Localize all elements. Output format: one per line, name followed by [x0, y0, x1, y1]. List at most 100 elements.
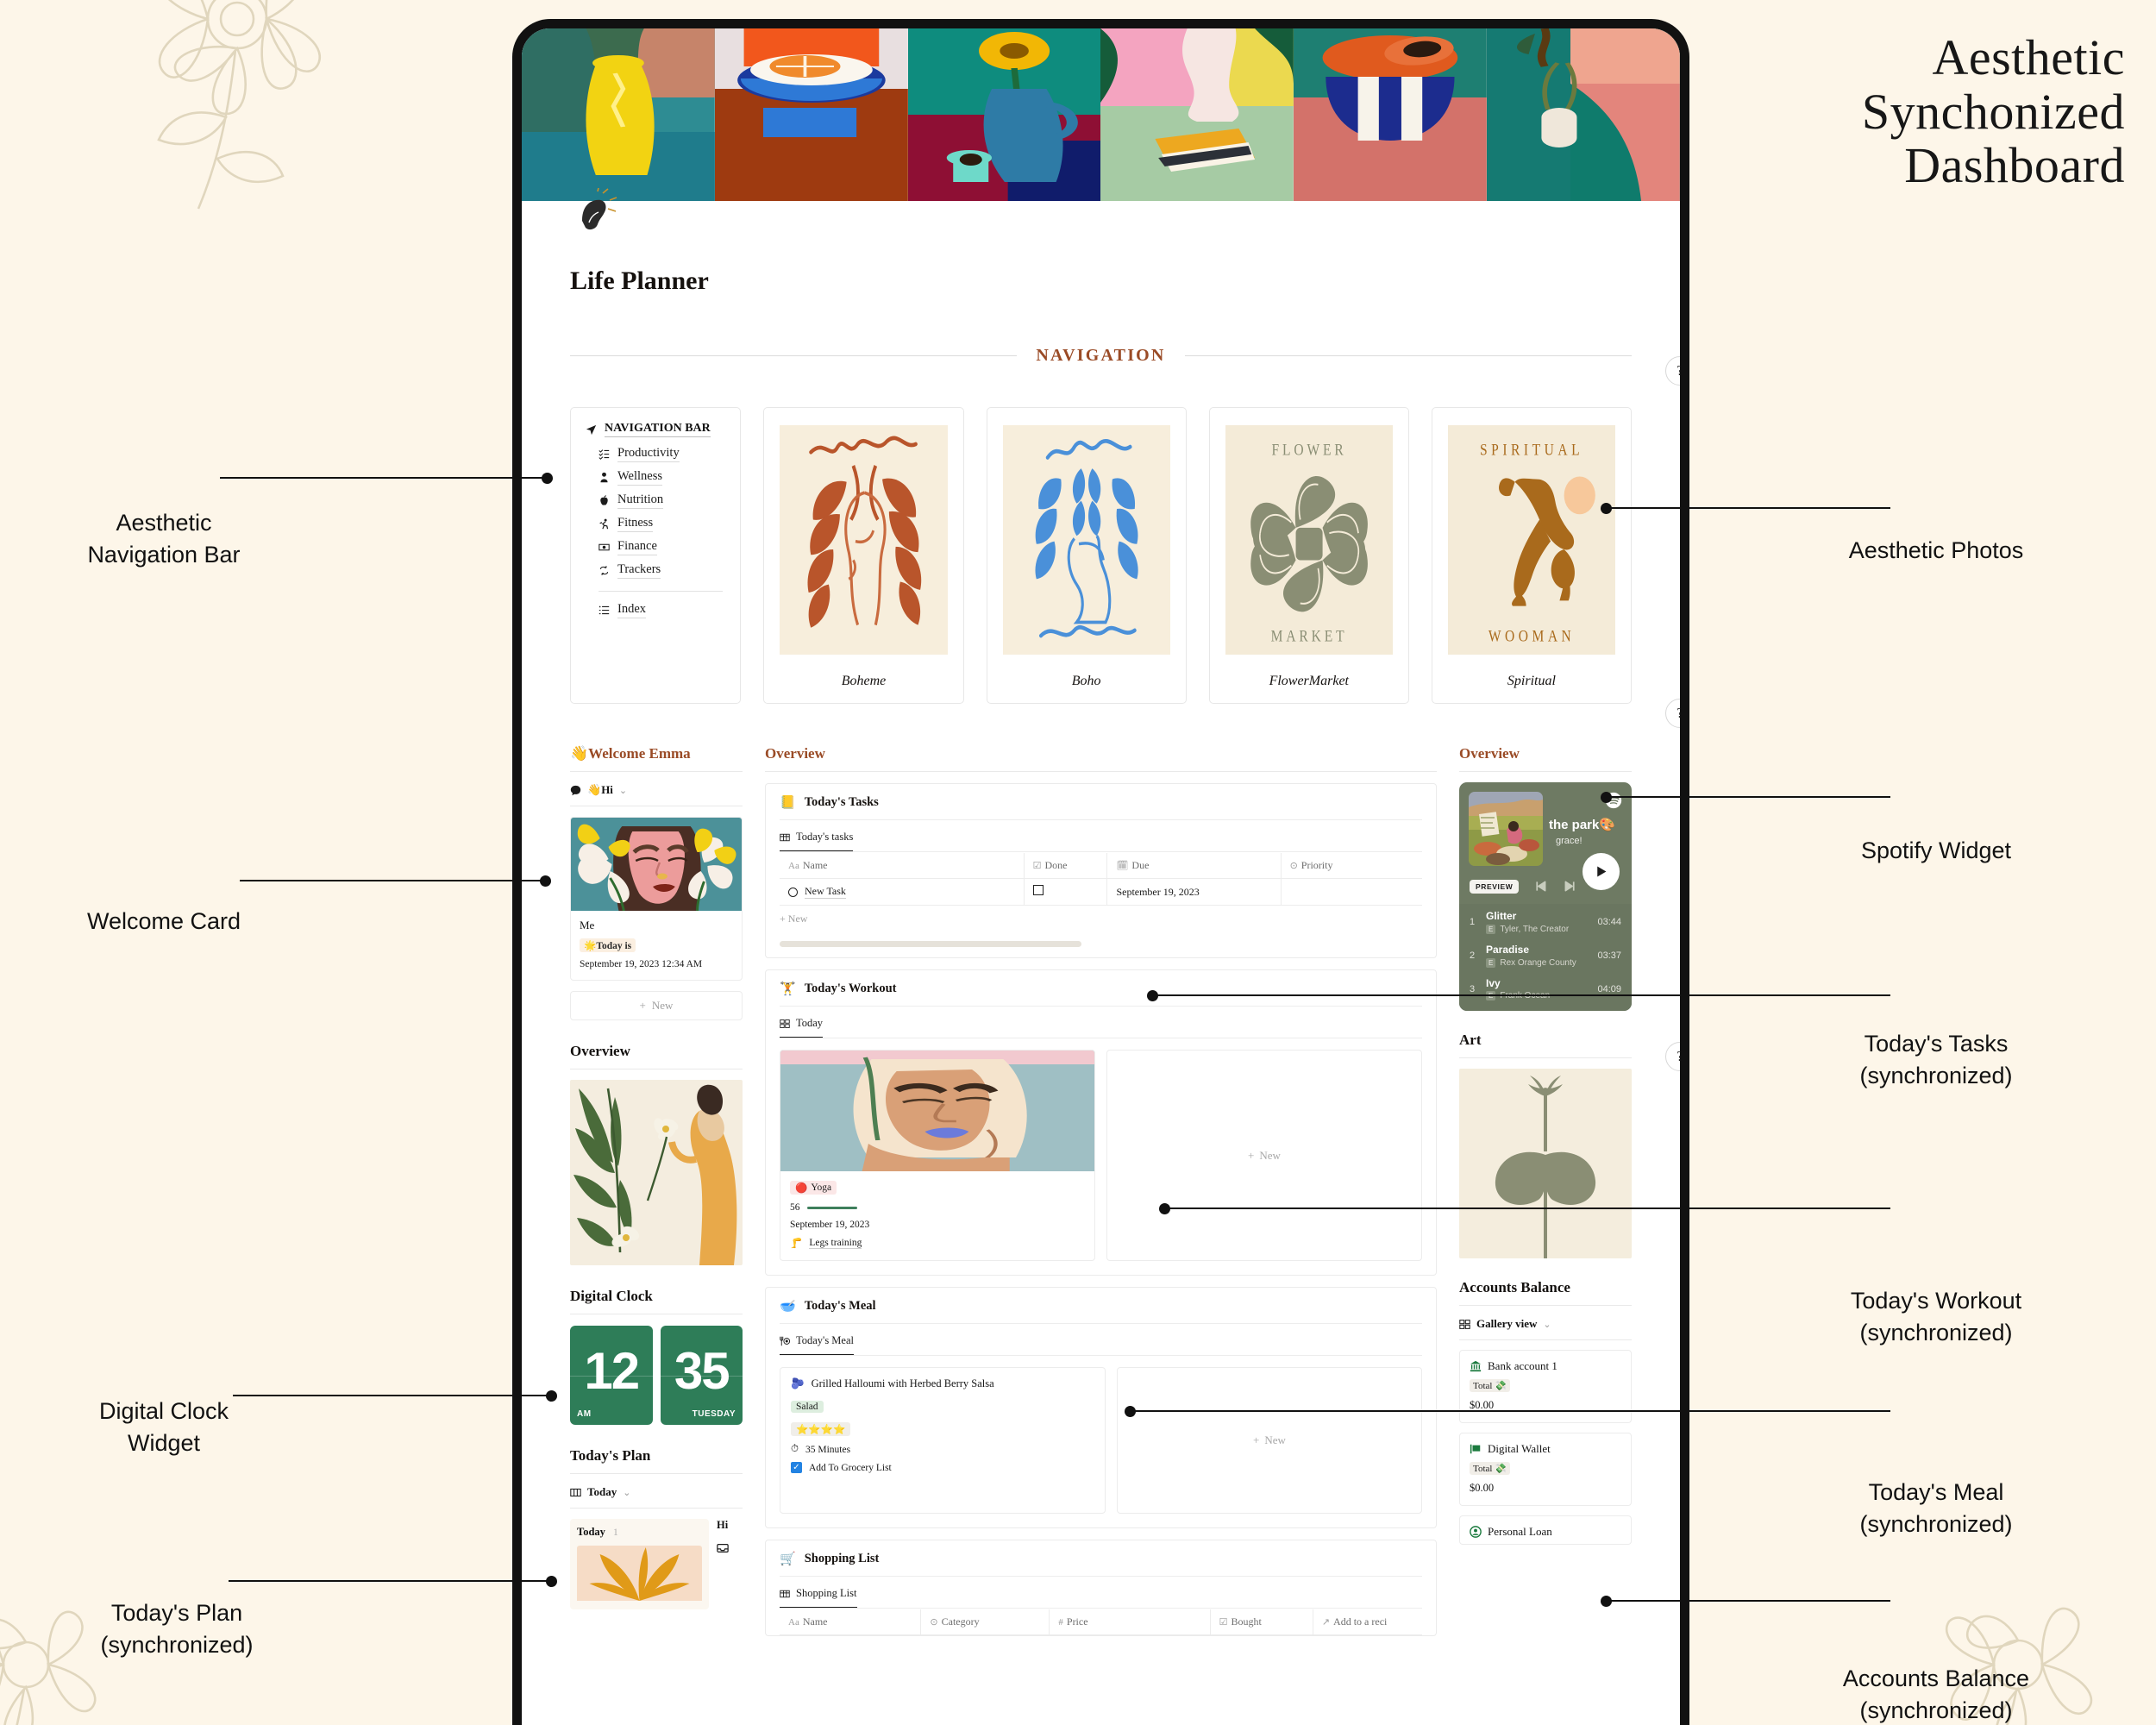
- photo-card-spiritual[interactable]: SPIRITUAL WOOMAN Spiritual: [1431, 407, 1632, 704]
- leader-dot: [1601, 791, 1612, 803]
- track-meta: Ivy E Frank Ocean: [1486, 977, 1589, 1001]
- welcome-title: 👋Welcome Emma: [570, 745, 743, 762]
- checkbox-type-icon: ☑: [1032, 861, 1042, 871]
- accounts-view-selector[interactable]: Gallery view ⌄: [1459, 1317, 1632, 1331]
- task-priority-cell[interactable]: [1280, 878, 1422, 906]
- meal-grocery-row[interactable]: ✓ Add To Grocery List: [791, 1462, 1094, 1473]
- workout-card[interactable]: 🔴 Yoga 56 September 19, 2023 🦵 Legs trai…: [780, 1050, 1095, 1261]
- navigation-bar-title: NAVIGATION BAR: [605, 422, 711, 437]
- workout-count: 56: [790, 1202, 800, 1213]
- next-track-icon[interactable]: [1563, 879, 1577, 894]
- annotation-line-1: Today's Plan: [110, 1600, 243, 1626]
- account-card-loan[interactable]: Personal Loan: [1459, 1515, 1632, 1546]
- mid-overview-rule: [765, 771, 1437, 772]
- meal-card[interactable]: 🫐 Grilled Halloumi with Herbed Berry Sal…: [780, 1367, 1106, 1514]
- workout-sub-row: 🦵 Legs training: [790, 1237, 1085, 1249]
- poster-text-bottom: MARKET: [1270, 627, 1347, 645]
- leader-line-navigation-bar: [220, 472, 553, 484]
- index-list-icon: [599, 605, 610, 615]
- account-card-wallet[interactable]: Digital Wallet Total 💸 $0.00: [1459, 1433, 1632, 1507]
- today-is-text: Today is: [596, 941, 632, 951]
- tab-label: Today: [796, 1017, 824, 1029]
- nav-item-nutrition[interactable]: Nutrition: [585, 489, 726, 512]
- shopping-col-category[interactable]: ⊙ Category: [920, 1609, 1050, 1635]
- leader-dot: [546, 1575, 557, 1587]
- annotation-line-2: (synchronized): [1859, 1320, 2013, 1346]
- shopping-col-name[interactable]: Aa Name: [780, 1609, 921, 1635]
- tab-todays-tasks[interactable]: Today's tasks: [780, 820, 854, 852]
- hero-photo-3: [907, 28, 1101, 201]
- workout-new-card[interactable]: + New: [1106, 1050, 1422, 1261]
- overview-illustration: [570, 1080, 743, 1265]
- leader-line-aesthetic-photos: [1601, 502, 1890, 514]
- tasks-col-due[interactable]: 🗓 Due: [1106, 853, 1282, 879]
- app-title: Life Planner: [570, 267, 709, 295]
- nav-item-finance[interactable]: Finance: [585, 536, 726, 559]
- tasks-new-row[interactable]: + New: [766, 906, 1436, 936]
- account-card-bank[interactable]: Bank account 1 Total 💸 $0.00: [1459, 1350, 1632, 1424]
- annotation-line-2: (synchronized): [100, 1632, 254, 1659]
- leader-line-todays-workout: [1159, 1202, 1890, 1214]
- previous-track-icon[interactable]: [1533, 879, 1548, 894]
- workout-progress-row: 56: [790, 1202, 1085, 1213]
- art-rule: [1459, 1057, 1632, 1059]
- middle-column: Overview 📒 Today's Tasks Today's tasks A…: [765, 745, 1437, 1636]
- tasks-col-done[interactable]: ☑ Done: [1023, 853, 1107, 879]
- table-row[interactable]: New Task September 19, 2023: [780, 878, 1422, 906]
- new-label: New: [1264, 1433, 1286, 1446]
- tablet-device-frame: Life Planner NAVIGATION NAVIGATION BAR P…: [512, 19, 1689, 1725]
- task-done-checkbox[interactable]: [1032, 885, 1044, 895]
- nav-item-productivity[interactable]: Productivity: [585, 442, 726, 466]
- workout-card-image: [780, 1051, 1094, 1171]
- me-card[interactable]: Me 🌟Today is September 19, 2023 12:34 AM: [570, 817, 743, 981]
- accounts-balance-title: Accounts Balance: [1459, 1279, 1570, 1296]
- explicit-badge: E: [1486, 957, 1496, 968]
- tasks-col-name[interactable]: Aa Name: [780, 853, 1025, 879]
- annotation-line-2: Navigation Bar: [87, 542, 241, 568]
- nav-item-wellness[interactable]: Wellness: [585, 466, 726, 489]
- account-name-row: Digital Wallet: [1470, 1442, 1621, 1456]
- divider-line-left: [570, 355, 1018, 356]
- me-card-body: Me 🌟Today is September 19, 2023 12:34 AM: [571, 911, 742, 980]
- photo-card-boheme[interactable]: Boheme: [763, 407, 964, 704]
- list-item[interactable]: 1 Glitter E Tyler, The Creator 03:44: [1459, 906, 1632, 939]
- new-label: New: [1259, 1148, 1281, 1162]
- tasks-col-priority[interactable]: ⊙ Priority: [1280, 853, 1422, 879]
- art-title: Art: [1459, 1032, 1482, 1049]
- shopping-col-recipe[interactable]: ↗ Add to a reci: [1312, 1609, 1422, 1635]
- nav-item-fitness[interactable]: Fitness: [585, 512, 726, 536]
- tab-shopping-list[interactable]: Shopping List: [780, 1577, 857, 1609]
- chevron-down-icon[interactable]: ⌄: [619, 785, 627, 796]
- welcome-new-button[interactable]: + New: [570, 991, 743, 1020]
- list-item[interactable]: 3 Ivy E Frank Ocean 04:09: [1459, 973, 1632, 1007]
- nav-item-index[interactable]: Index: [585, 599, 726, 622]
- tasks-horizontal-scrollbar[interactable]: [780, 941, 1081, 947]
- tab-workout-today[interactable]: Today: [780, 1007, 824, 1038]
- annotation-todays-tasks: Today's Tasks (synchronized): [1733, 1028, 2139, 1093]
- task-status-icon[interactable]: [788, 887, 798, 897]
- page-title-line-2: Synchonized: [1861, 83, 2125, 140]
- column-label: Price: [1066, 1615, 1088, 1628]
- chevron-down-icon[interactable]: ⌄: [1543, 1319, 1551, 1330]
- meal-new-card[interactable]: + New: [1117, 1367, 1422, 1514]
- list-item[interactable]: 2 Paradise E Rex Orange County 03:37: [1459, 939, 1632, 973]
- photo-card-flowermarket[interactable]: FLOWER MARKET FlowerMarket: [1208, 407, 1409, 704]
- spotify-widget[interactable]: the park🎨 grace! PREVIEW 1 Glitter E Tyl…: [1459, 782, 1632, 1012]
- task-name-cell[interactable]: New Task: [780, 878, 1025, 906]
- track-meta: Glitter E Tyler, The Creator: [1486, 910, 1589, 934]
- play-button[interactable]: [1583, 853, 1620, 890]
- track-meta: Paradise E Rex Orange County: [1486, 944, 1589, 968]
- shopping-col-bought[interactable]: ☑ Bought: [1209, 1609, 1313, 1635]
- nav-item-trackers[interactable]: Trackers: [585, 559, 726, 582]
- workout-sub: Legs training: [809, 1237, 862, 1249]
- task-due-cell[interactable]: September 19, 2023: [1106, 878, 1282, 906]
- task-done-cell[interactable]: [1023, 878, 1107, 906]
- photo-card-boho[interactable]: Boho: [986, 407, 1187, 704]
- grocery-checkbox[interactable]: ✓: [791, 1462, 802, 1473]
- hi-view-selector[interactable]: 👋Hi ⌄: [570, 783, 743, 797]
- shopping-col-price[interactable]: # Price: [1049, 1609, 1211, 1635]
- tab-todays-meal[interactable]: Today's Meal: [780, 1324, 854, 1356]
- chevron-down-icon[interactable]: ⌄: [623, 1487, 630, 1498]
- plan-view-selector[interactable]: Today ⌄: [570, 1485, 743, 1499]
- nav-item-label: Trackers: [617, 562, 661, 579]
